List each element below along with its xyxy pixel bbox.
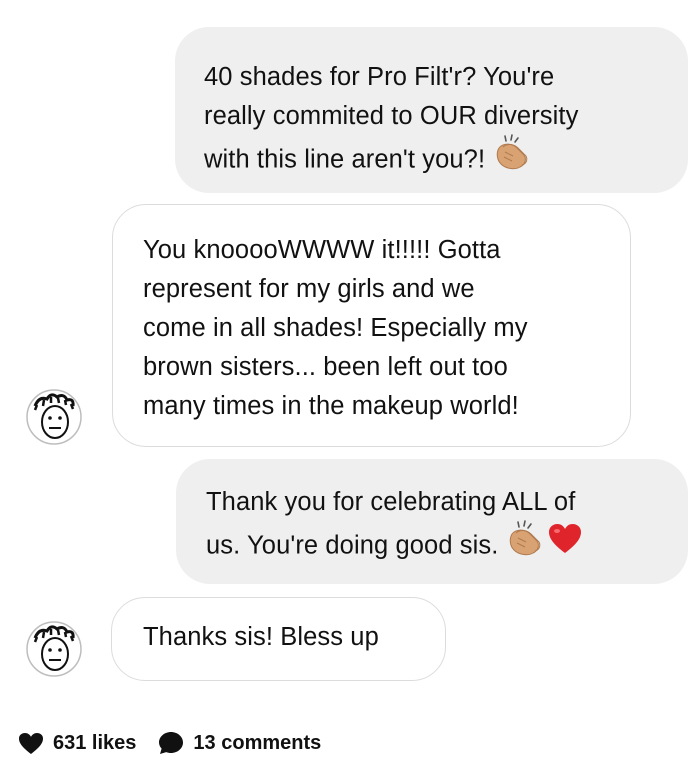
comment-bubble-icon	[159, 732, 184, 754]
comments-count[interactable]: 13 comments	[158, 731, 321, 755]
message-bubble-sent: Thank you for celebrating ALL of us. You…	[176, 459, 688, 584]
message-text: You knooooWWWW it!!!!! Gotta	[143, 236, 501, 264]
clapping-hands-icon	[491, 134, 531, 184]
message-bubble-received: Thanks sis! Bless up	[111, 597, 446, 681]
message-text: 40 shades for Pro Filt'r? You're	[204, 63, 555, 91]
message-text: Thanks sis! Bless up	[143, 623, 379, 651]
message-text: brown sisters... been left out too	[143, 353, 508, 381]
message-text: Thank you for celebrating ALL of	[206, 488, 576, 516]
heart-icon	[19, 732, 43, 754]
comments-text: 13 comments	[193, 731, 322, 754]
red-heart-icon	[548, 523, 582, 567]
clapping-hands-icon	[504, 520, 544, 570]
message-text: many times in the makeup world!	[143, 392, 519, 420]
message-text: with this line aren't you?!	[204, 134, 688, 186]
message-text: us. You're doing good sis.	[206, 520, 688, 572]
post-stats: 631 likes 13 comments	[18, 727, 321, 759]
avatar[interactable]	[25, 388, 83, 446]
message-bubble-sent: 40 shades for Pro Filt'r? You're really …	[175, 27, 688, 193]
message-text: represent for my girls and we	[143, 275, 475, 303]
likes-text: 631 likes	[53, 731, 137, 754]
message-bubble-received: You knooooWWWW it!!!!! Gotta represent f…	[112, 204, 631, 447]
avatar[interactable]	[25, 620, 83, 678]
message-text: come in all shades! Especially my	[143, 314, 528, 342]
message-text: really commited to OUR diversity	[204, 102, 579, 130]
likes-count[interactable]: 631 likes	[18, 732, 136, 755]
